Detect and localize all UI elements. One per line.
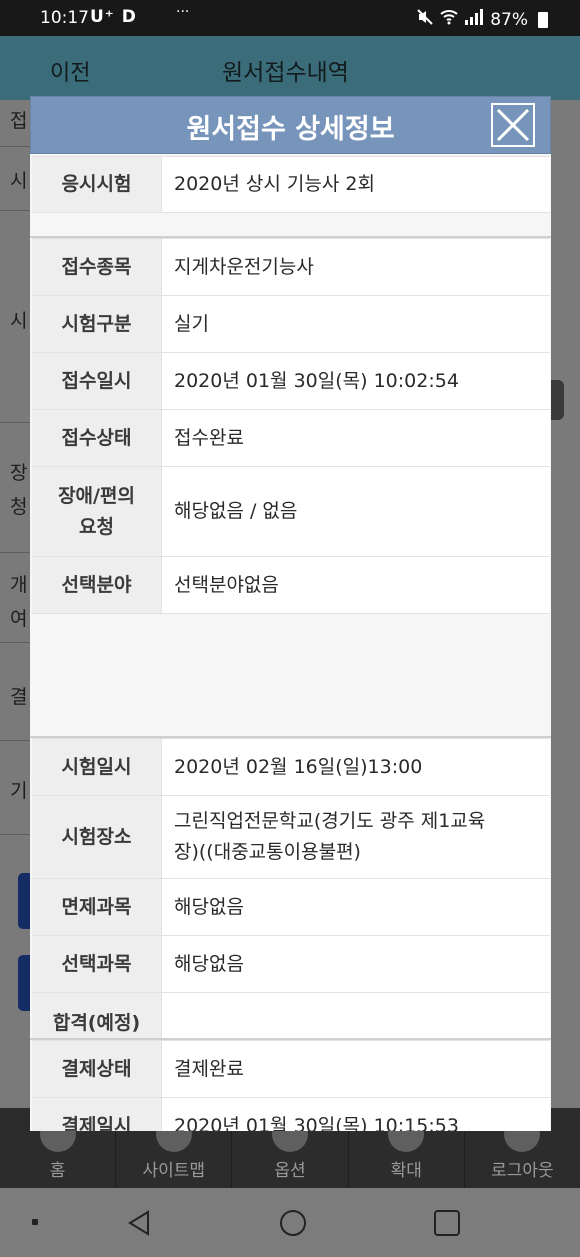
detail-modal: 원서접수 상세정보 응시시험 2020년 상시 기능사 2회 접수종목 지게차운… — [30, 96, 551, 1131]
row-label: 결제상태 — [32, 1041, 162, 1097]
bg-text: 개 — [10, 574, 28, 596]
table-row: 시험일시 2020년 02월 16일(일)13:00 — [32, 739, 550, 796]
nav-label: 사이트맵 — [142, 1161, 206, 1181]
nav-label: 홈 — [49, 1161, 66, 1181]
row-label: 접수상태 — [32, 410, 162, 466]
wifi-icon — [440, 8, 458, 31]
modal-body[interactable]: 응시시험 2020년 상시 기능사 2회 접수종목 지게차운전기능사 시험구분 … — [30, 154, 551, 1131]
modal-title: 원서접수 상세정보 — [186, 114, 395, 145]
row-value: 해당없음 — [162, 879, 550, 935]
table-row: 결제일시 2020년 01월 30일(목) 10:15:53 — [32, 1098, 550, 1131]
row-value: 결제완료 — [162, 1041, 550, 1097]
nav-label: 로그아웃 — [491, 1161, 554, 1181]
row-value: 선택분야없음 — [162, 557, 550, 613]
bg-text: 기 — [10, 780, 28, 802]
row-value: 2020년 상시 기능사 2회 — [162, 157, 550, 212]
app-header: 이전 원서접수내역 — [0, 36, 580, 100]
clock: 10:17 — [40, 8, 89, 28]
info-table: 응시시험 2020년 상시 기능사 2회 — [32, 156, 550, 213]
nav-label: 옵션 — [274, 1161, 306, 1181]
row-value: 해당없음 / 없음 — [162, 467, 550, 556]
row-label: 접수종목 — [32, 239, 162, 295]
system-nav-bar — [0, 1188, 580, 1257]
table-row: 접수종목 지게차운전기능사 — [32, 239, 550, 296]
mute-icon — [416, 8, 434, 31]
bg-text: 결 — [10, 686, 28, 708]
row-label: 시험일시 — [32, 739, 162, 795]
row-label: 결제일시 — [32, 1098, 162, 1131]
row-label: 선택과목 — [32, 936, 162, 992]
bg-text: 시 — [10, 310, 28, 332]
carrier-indicators: U⁺ D — [90, 7, 137, 27]
divider — [0, 740, 30, 741]
nav-label: 확대 — [390, 1161, 422, 1181]
row-label: 선택분야 — [32, 557, 162, 613]
table-row: 면제과목 해당없음 — [32, 879, 550, 936]
table-row: 시험장소 그린직업전문학교(경기도 광주 제1교육 장)((대중교통이용불편) — [32, 796, 550, 879]
row-label: 장애/편의 요청 — [32, 467, 162, 556]
back-button[interactable]: 이전 — [50, 55, 90, 87]
bg-side-tab — [550, 380, 564, 420]
row-label: 면제과목 — [32, 879, 162, 935]
modal-header: 원서접수 상세정보 — [30, 96, 551, 154]
table-row: 결제상태 결제완료 — [32, 1041, 550, 1098]
battery-percent: 87% — [490, 9, 528, 30]
battery-icon — [538, 11, 548, 28]
table-row: 접수일시 2020년 01월 30일(목) 10:02:54 — [32, 353, 550, 410]
close-icon — [496, 108, 530, 142]
info-table: 접수종목 지게차운전기능사 시험구분 실기 접수일시 2020년 01월 30일… — [32, 238, 550, 614]
page-title: 원서접수내역 — [222, 60, 349, 86]
row-value: 2020년 02월 16일(일)13:00 — [162, 739, 550, 795]
menu-dot-icon[interactable] — [32, 1219, 38, 1225]
row-label: 응시시험 — [32, 157, 162, 212]
divider — [0, 642, 30, 643]
status-icons: 87% — [416, 8, 548, 31]
signal-icon — [464, 8, 484, 31]
table-row: 응시시험 2020년 상시 기능사 2회 — [32, 157, 550, 213]
divider — [0, 834, 30, 835]
divider — [0, 552, 30, 553]
home-circle-icon[interactable] — [278, 1208, 308, 1238]
divider — [0, 146, 30, 147]
row-label: 시험장소 — [32, 796, 162, 878]
table-row: 시험구분 실기 — [32, 296, 550, 353]
bg-text: 청 — [10, 496, 28, 518]
bg-text: 장 — [10, 462, 28, 484]
info-table: 결제상태 결제완료 결제일시 2020년 01월 30일(목) 10:15:53 — [32, 1040, 550, 1131]
row-value: 지게차운전기능사 — [162, 239, 550, 295]
row-label: 접수일시 — [32, 353, 162, 409]
row-value: 해당없음 — [162, 936, 550, 992]
back-icon[interactable] — [126, 1209, 152, 1237]
more-notifications: ··· — [176, 4, 190, 20]
row-value: 접수완료 — [162, 410, 550, 466]
row-value: 실기 — [162, 296, 550, 352]
bg-text: 시 — [10, 170, 28, 192]
row-value: 2020년 01월 30일(목) 10:02:54 — [162, 353, 550, 409]
close-button[interactable] — [491, 103, 535, 147]
bg-text: 여 — [10, 608, 28, 630]
table-row: 선택분야 선택분야없음 — [32, 557, 550, 614]
bg-text: 접 — [10, 110, 28, 132]
table-row: 접수상태 접수완료 — [32, 410, 550, 467]
recents-icon[interactable] — [433, 1209, 461, 1237]
divider — [0, 210, 30, 211]
row-label: 시험구분 — [32, 296, 162, 352]
table-row: 장애/편의 요청 해당없음 / 없음 — [32, 467, 550, 557]
table-row: 선택과목 해당없음 — [32, 936, 550, 993]
row-value: 2020년 01월 30일(목) 10:15:53 — [162, 1098, 550, 1131]
row-value: 그린직업전문학교(경기도 광주 제1교육 장)((대중교통이용불편) — [162, 796, 550, 878]
status-bar: 10:17 U⁺ D ··· 87% — [0, 0, 580, 36]
divider — [0, 422, 30, 423]
